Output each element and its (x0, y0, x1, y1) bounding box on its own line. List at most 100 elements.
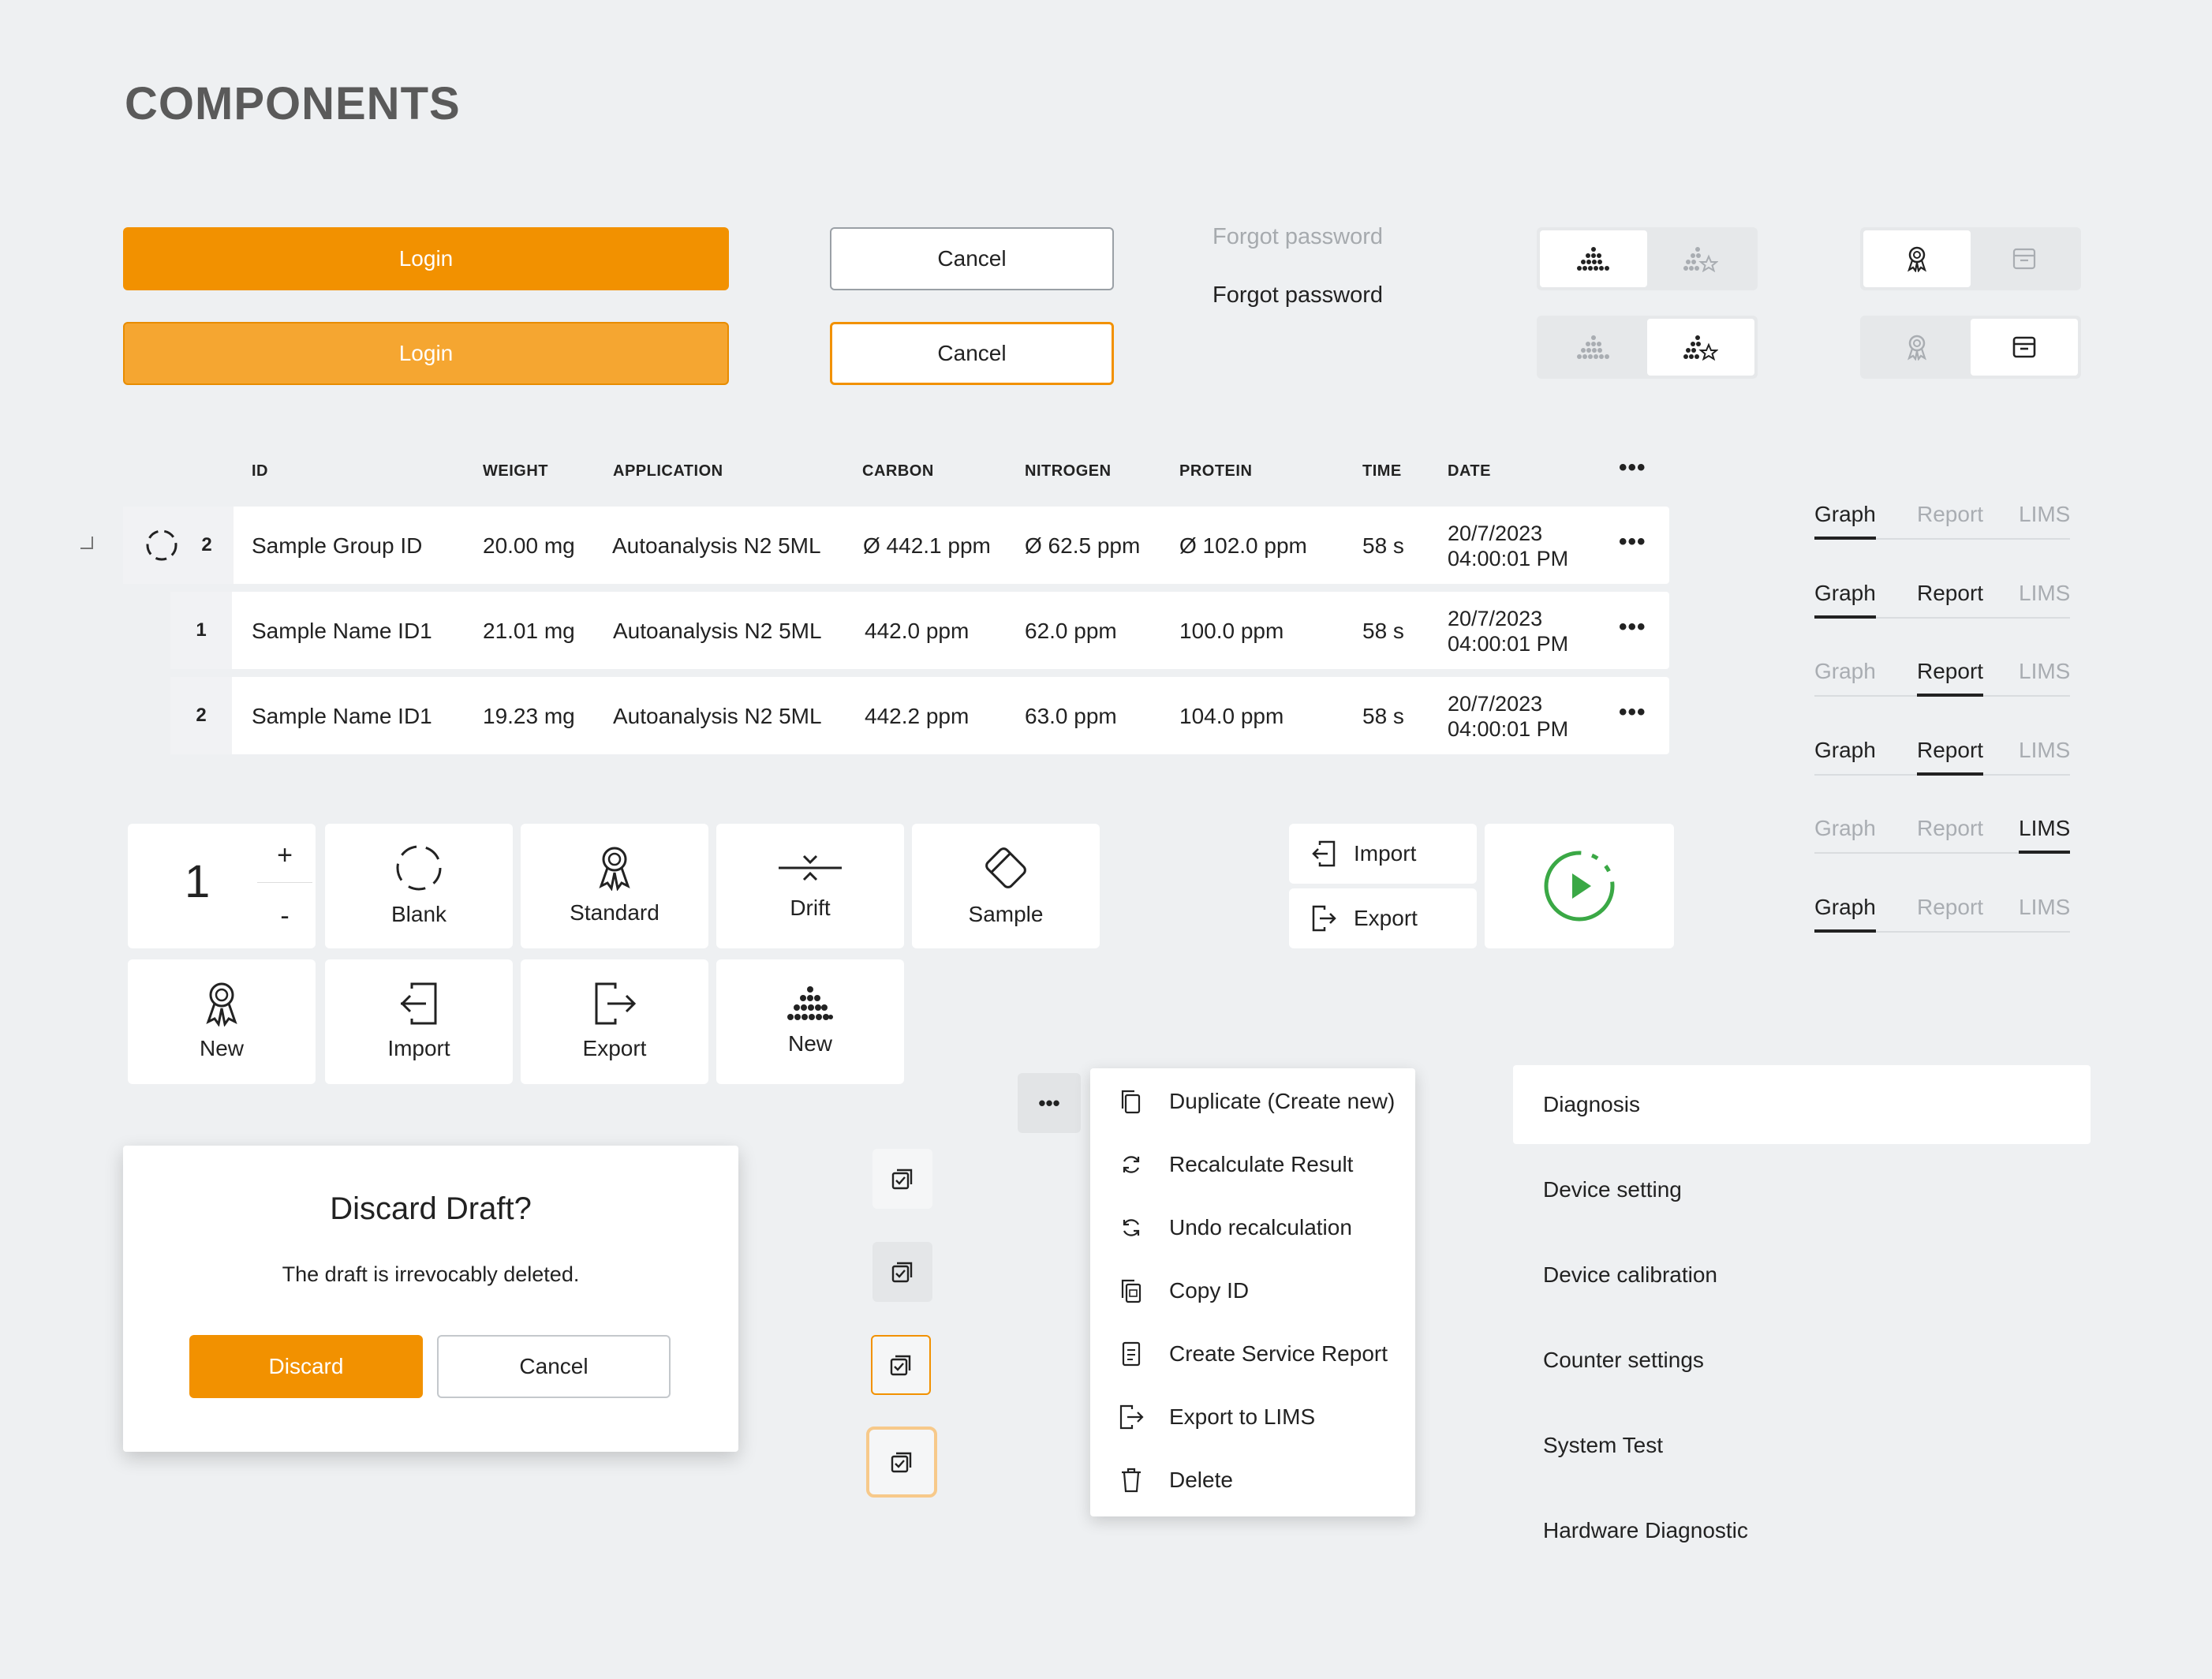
export-icon (1311, 905, 1336, 932)
row-weight: 20.00 mg (483, 533, 575, 558)
duplicate-icon (1114, 1089, 1149, 1114)
menu-item-service-report[interactable]: Create Service Report (1090, 1330, 1415, 1378)
menu-item-recalculate[interactable]: Recalculate Result (1090, 1141, 1415, 1188)
login-button-hover[interactable]: Login (123, 322, 729, 385)
row-name: Sample Group ID (252, 533, 423, 558)
discard-button[interactable]: Discard (189, 1335, 423, 1398)
toggle-option-samples[interactable] (1540, 230, 1647, 287)
start-analysis-button[interactable] (1485, 824, 1674, 948)
more-options-button[interactable]: ••• (1018, 1073, 1081, 1133)
new-standard-tile-button[interactable]: New (128, 959, 316, 1084)
table-row[interactable]: 2 Sample Group ID 20.00 mg Autoanalysis … (123, 507, 1669, 584)
table-row[interactable]: 2 Sample Name ID1 19.23 mg Autoanalysis … (170, 677, 1669, 754)
nav-item-diagnosis[interactable]: Diagnosis (1513, 1065, 2091, 1144)
export-tile-button[interactable]: Export (521, 959, 708, 1084)
tab-lims[interactable]: LIMS (2019, 895, 2070, 920)
row-options-button[interactable]: ••• (1619, 614, 1646, 641)
toggle-option-favorite-samples[interactable] (1647, 319, 1754, 376)
increment-button[interactable]: + (257, 828, 312, 883)
nav-item-counter-settings[interactable]: Counter settings (1513, 1321, 2091, 1400)
copy-button-selected[interactable] (871, 1335, 931, 1395)
tab-report[interactable]: Report (1917, 738, 1984, 776)
copy-button-hover[interactable] (872, 1242, 932, 1302)
sample-tile-button[interactable]: Sample (912, 824, 1100, 948)
row-date-time: 04:00:01 PM (1448, 547, 1569, 570)
row-weight: 19.23 mg (483, 704, 575, 728)
tab-graph[interactable]: Graph (1814, 816, 1876, 841)
import-tile-button[interactable]: Import (325, 959, 513, 1084)
toggle-option-archive[interactable] (1971, 230, 2078, 287)
blank-tile-button[interactable]: Blank (325, 824, 513, 948)
tab-lims[interactable]: LIMS (2019, 659, 2070, 684)
toggle-option-standard[interactable] (1863, 319, 1971, 376)
import-button[interactable]: Import (1289, 824, 1477, 884)
menu-item-undo-recalculation[interactable]: Undo recalculation (1090, 1204, 1415, 1251)
tab-report[interactable]: Report (1917, 502, 1983, 527)
toggle-option-archive[interactable] (1971, 319, 2078, 376)
nav-item-label: Device setting (1543, 1177, 1682, 1202)
collapse-indicator-icon[interactable] (80, 537, 93, 549)
tab-graph[interactable]: Graph (1814, 895, 1876, 933)
forgot-password-link-muted[interactable]: Forgot password (1212, 224, 1383, 250)
menu-item-delete[interactable]: Delete (1090, 1457, 1415, 1504)
table-row[interactable]: 1 Sample Name ID1 21.01 mg Autoanalysis … (170, 592, 1669, 669)
row-date: 20/7/2023 04:00:01 PM (1448, 691, 1568, 742)
tab-lims[interactable]: LIMS (2019, 738, 2070, 763)
tab-bar: Graph Report LIMS (1814, 895, 2070, 933)
decrement-button[interactable]: - (257, 888, 312, 944)
play-icon (1542, 849, 1616, 923)
tab-graph[interactable]: Graph (1814, 581, 1876, 619)
export-icon (1114, 1404, 1149, 1430)
tab-graph[interactable]: Graph (1814, 502, 1876, 540)
cancel-button-focused[interactable]: Cancel (830, 322, 1114, 385)
copy-button-focused[interactable] (866, 1427, 937, 1498)
copy-check-icon (891, 1452, 912, 1473)
menu-item-duplicate[interactable]: Duplicate (Create new) (1090, 1078, 1415, 1125)
row-protein: 100.0 ppm (1179, 619, 1284, 643)
row-options-button[interactable]: ••• (1619, 529, 1646, 555)
tab-report[interactable]: Report (1917, 581, 1983, 606)
drift-tile-button[interactable]: Drift (716, 824, 904, 948)
cancel-button[interactable]: Cancel (437, 1335, 671, 1398)
tab-lims[interactable]: LIMS (2019, 502, 2070, 527)
view-toggle-standards (1860, 227, 2081, 290)
toggle-option-samples[interactable] (1540, 319, 1647, 376)
row-date-time: 04:00:01 PM (1448, 717, 1569, 741)
menu-item-copy-id[interactable]: Copy ID (1090, 1267, 1415, 1314)
new-sample-tile-button[interactable]: New (716, 959, 904, 1084)
row-time: 58 s (1362, 704, 1404, 728)
undo-refresh-icon (1114, 1216, 1149, 1240)
row-date-day: 20/7/2023 (1448, 692, 1543, 716)
toggle-option-favorite-samples[interactable] (1647, 230, 1754, 287)
nav-item-device-calibration[interactable]: Device calibration (1513, 1236, 2091, 1314)
document-icon (1114, 1341, 1149, 1367)
column-header-carbon: CARBON (862, 462, 934, 480)
refresh-icon (1114, 1153, 1149, 1176)
tab-graph[interactable]: Graph (1814, 738, 1876, 763)
forgot-password-link[interactable]: Forgot password (1212, 282, 1383, 309)
tab-graph[interactable]: Graph (1814, 659, 1876, 684)
row-id: 2 (170, 677, 232, 754)
standard-tile-button[interactable]: Standard (521, 824, 708, 948)
nav-item-hardware-diagnostic[interactable]: Hardware Diagnostic (1513, 1491, 2091, 1570)
copy-button[interactable] (872, 1149, 932, 1209)
nav-item-device-setting[interactable]: Device setting (1513, 1150, 2091, 1229)
tab-report[interactable]: Report (1917, 659, 1984, 697)
table-column-options-button[interactable]: ••• (1619, 454, 1646, 481)
tab-lims[interactable]: LIMS (2019, 816, 2071, 854)
row-application: Autoanalysis N2 5ML (613, 619, 822, 643)
import-label: Import (1354, 841, 1417, 866)
toggle-option-standard[interactable] (1863, 230, 1971, 287)
tab-lims[interactable]: LIMS (2019, 581, 2070, 606)
row-nitrogen: Ø 62.5 ppm (1025, 533, 1141, 558)
export-button[interactable]: Export (1289, 888, 1477, 948)
login-button[interactable]: Login (123, 227, 729, 290)
blank-circle-icon (394, 843, 443, 892)
tab-report[interactable]: Report (1917, 895, 1983, 920)
row-options-button[interactable]: ••• (1619, 699, 1646, 726)
row-carbon: 442.2 ppm (865, 704, 970, 728)
nav-item-system-test[interactable]: System Test (1513, 1406, 2091, 1485)
menu-item-export-lims[interactable]: Export to LIMS (1090, 1393, 1415, 1441)
cancel-button[interactable]: Cancel (830, 227, 1114, 290)
tab-report[interactable]: Report (1917, 816, 1983, 841)
